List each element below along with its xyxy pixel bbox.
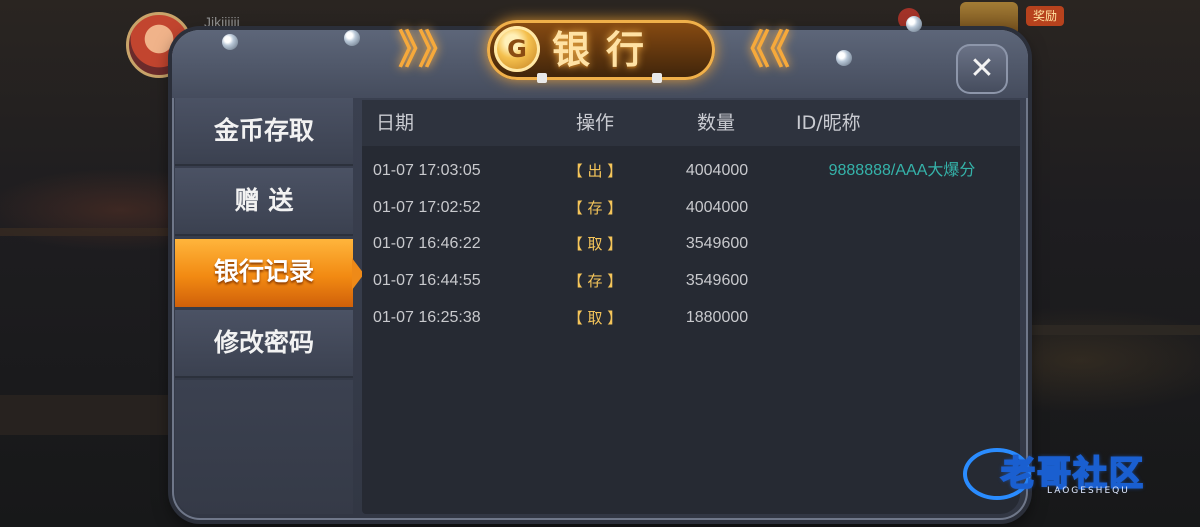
record-operation: 【 存 】 [567,272,623,290]
record-operation: 【 存 】 [567,199,623,217]
rivet-icon [652,73,662,83]
table-row: 01-07 16:46:22 【 取 】 3549600 [362,226,1020,262]
left-chevron-deco-icon: 》》 [398,27,458,73]
table-row: 01-07 16:44:55 【 存 】 3549600 [362,263,1020,299]
bead-icon [906,16,922,32]
background-counter [0,395,170,435]
record-quantity: 4004000 [685,162,749,179]
close-button[interactable]: ✕ [956,44,1008,94]
record-quantity: 3549600 [685,235,749,252]
record-id-nickname [802,263,1002,299]
record-date: 01-07 17:03:05 [373,162,481,179]
page-title: 银行 [552,28,661,72]
tab-deposit-withdraw[interactable]: 金币存取 [175,98,353,166]
background-right-shelf [1030,325,1200,335]
record-date: 01-07 16:25:38 [373,309,481,326]
rivet-icon [537,73,547,83]
column-header-operation: 操作 [576,112,615,134]
watermark-subtext: LAOGESHEQU [1047,486,1130,496]
record-id-nickname: 9888888/AAA大爆分 [828,162,976,179]
reward-button[interactable]: 奖励 [1026,6,1064,26]
column-header-id-nickname: ID/昵称 [796,112,861,134]
record-operation: 【 出 】 [567,162,623,180]
tab-gift[interactable]: 赠 送 [175,168,353,236]
bead-icon [344,30,360,46]
record-operation: 【 取 】 [567,309,623,327]
record-operation: 【 取 】 [567,235,623,253]
record-date: 01-07 16:46:22 [373,235,481,252]
table-row: 01-07 17:03:05 【 出 】 4004000 9888888/AAA… [362,153,1020,189]
tab-bank-records[interactable]: 银行记录 [175,239,353,307]
record-quantity: 1880000 [685,309,749,326]
table-row: 01-07 17:02:52 【 存 】 4004000 [362,190,1020,226]
column-header-date: 日期 [376,112,415,134]
record-id-nickname [802,226,1002,262]
bead-icon [222,34,238,50]
record-id-nickname [802,190,1002,226]
record-id-nickname [802,300,1002,336]
record-date: 01-07 17:02:52 [373,199,481,216]
gold-coin-icon: G [494,26,540,72]
table-row: 01-07 16:25:38 【 取 】 1880000 [362,300,1020,336]
right-chevron-deco-icon: 《《 [730,27,790,73]
record-date: 01-07 16:44:55 [373,272,481,289]
background-shelf [0,228,170,236]
record-quantity: 4004000 [685,199,749,216]
record-quantity: 3549600 [685,272,749,289]
sidebar-filler [175,380,353,514]
tab-change-password[interactable]: 修改密码 [175,310,353,378]
watermark-logo: 老哥社区 LAOGESHEQU [963,436,1183,506]
player-name: Jikiiiiii [204,14,240,30]
records-table-header [362,100,1020,146]
bead-icon [836,50,852,66]
column-header-quantity: 数量 [697,112,736,134]
